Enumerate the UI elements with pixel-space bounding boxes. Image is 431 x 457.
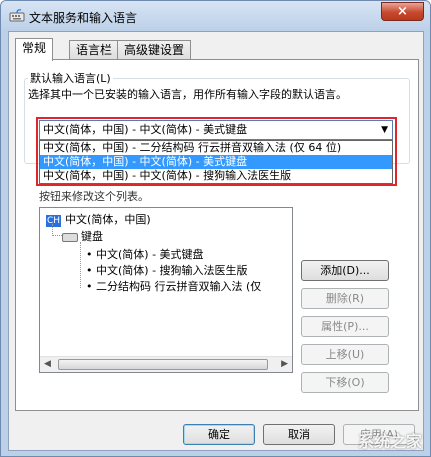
tab-general[interactable]: 常规	[15, 38, 54, 61]
dropdown-option[interactable]: 中文(简体，中国) - 中文(简体) - 美式键盘	[40, 155, 392, 169]
move-up-button[interactable]: 上移(U)	[301, 344, 389, 365]
default-language-dropdown[interactable]: 中文(简体，中国) - 中文(简体) - 美式键盘 ▼	[39, 120, 393, 140]
default-language-options: 中文(简体，中国) - 二分结构码 行云拼音双输入法 (仅 64 位) 中文(简…	[39, 140, 393, 184]
default-language-label: 默认输入语言(L)	[28, 70, 113, 86]
keyboard-app-icon	[9, 9, 25, 22]
tab-advanced-key-settings[interactable]: 高级键设置	[117, 40, 192, 60]
tree-keyboard-node[interactable]: 键盘	[62, 228, 103, 244]
scroll-right-icon[interactable]: ▶	[281, 359, 288, 369]
window-title: 文本服务和输入语言	[29, 11, 138, 25]
dropdown-option[interactable]: 中文(简体，中国) - 中文(简体) - 搜狗输入法医生版	[40, 169, 392, 183]
dropdown-option[interactable]: 中文(简体，中国) - 二分结构码 行云拼音双输入法 (仅 64 位)	[40, 141, 392, 155]
language-badge: CH	[46, 215, 62, 227]
default-language-description: 选择其中一个已安装的输入语言，用作所有输入字段的默认语言。	[28, 88, 347, 101]
dialog-client: 常规 语言栏 高级键设置 默认输入语言(L) 选择其中一个已安装的输入语言，用作…	[8, 31, 424, 451]
tree-language-node[interactable]: CH 中文(简体，中国)	[46, 211, 151, 227]
installed-services-tree[interactable]: CH 中文(简体，中国) 键盘 • 中文(简体) - 美式键盘 • 中文(简体) …	[39, 207, 293, 373]
remove-button[interactable]: 删除(R)	[301, 288, 389, 309]
installed-services-description: 按钮来修改这个列表。	[39, 190, 149, 203]
tree-list-item[interactable]: • 中文(简体) - 搜狗输入法医生版	[86, 262, 248, 278]
scroll-thumb[interactable]	[58, 359, 268, 370]
dialog-window: 文本服务和输入语言 × 常规 语言栏 高级键设置 默认输入语言(L) 选择其中一…	[0, 0, 431, 457]
tree-list-item[interactable]: • 二分结构码 行云拼音双输入法 (仅	[86, 278, 261, 294]
tree-keyboard-label: 键盘	[81, 230, 103, 243]
add-button[interactable]: 添加(D)...	[301, 260, 389, 281]
tab-language-bar[interactable]: 语言栏	[69, 40, 120, 60]
ok-button[interactable]: 确定	[183, 424, 255, 445]
tree-language-label: 中文(简体，中国)	[65, 213, 151, 226]
tree-list-item[interactable]: • 中文(简体) - 美式键盘	[86, 246, 204, 262]
scroll-left-icon[interactable]: ◀	[44, 359, 51, 369]
title-bar[interactable]: 文本服务和输入语言 ×	[1, 1, 430, 31]
properties-button[interactable]: 属性(P)...	[301, 316, 389, 337]
watermark-logo: 系统之家	[357, 432, 422, 451]
keyboard-icon	[62, 232, 78, 242]
cancel-button[interactable]: 取消	[263, 424, 335, 445]
chevron-down-icon[interactable]: ▼	[381, 121, 388, 139]
close-button[interactable]: ×	[381, 2, 424, 21]
horizontal-scrollbar[interactable]: ◀ ▶	[40, 356, 292, 372]
dropdown-selected-value: 中文(简体，中国) - 中文(简体) - 美式键盘	[43, 123, 248, 136]
move-down-button[interactable]: 下移(O)	[301, 372, 389, 393]
